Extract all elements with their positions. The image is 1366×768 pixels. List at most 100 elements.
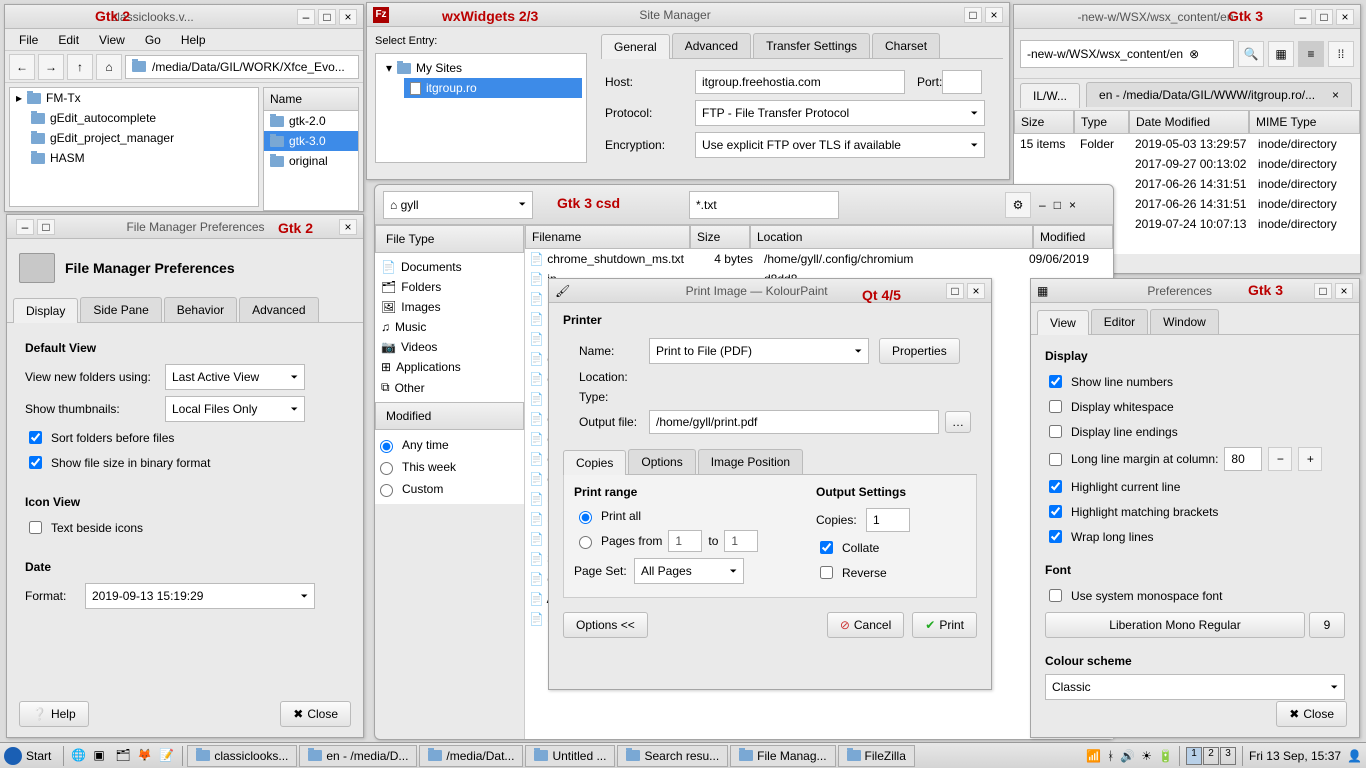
browse-button[interactable]: … [945,411,971,433]
path-bar[interactable]: -new-w/WSX/wsx_content/en⊗ [1020,40,1234,68]
binary-size-check[interactable]: Show file size in binary format [25,450,345,475]
tab-behavior[interactable]: Behavior [164,297,237,322]
close-button[interactable]: × [1336,9,1354,25]
minimize-button[interactable]: ‒ [1039,198,1046,212]
task-button[interactable]: classiclooks... [187,745,297,767]
col-size[interactable]: Size [1014,110,1074,134]
settings-button[interactable]: ⚙ [1005,192,1031,218]
colour-scheme-combo[interactable]: Classic [1045,674,1345,700]
tab-editor[interactable]: Editor [1091,309,1148,334]
firefox-icon[interactable]: 🦊 [137,748,153,764]
site-tree[interactable]: ▾My Sites itgroup.ro [375,53,587,163]
close-icon[interactable]: × [1332,88,1339,102]
task-button[interactable]: Untitled ... [525,745,615,767]
titlebar[interactable]: classiclooks.v... ‒ □ × [5,5,363,29]
reverse-check[interactable]: Reverse [816,560,966,585]
tab-advanced[interactable]: Advanced [239,297,318,322]
col-type[interactable]: Type [1074,110,1129,134]
port-input[interactable] [942,70,982,94]
radio-pagesfrom[interactable]: Pages from to [574,527,798,555]
menu-view[interactable]: View [89,33,135,47]
encryption-combo[interactable]: Use explicit FTP over TLS if available [695,132,985,158]
web-icon[interactable]: 🌐 [71,748,87,764]
maximize-button[interactable]: □ [1314,283,1332,299]
tab-charset[interactable]: Charset [872,33,940,58]
brightness-icon[interactable]: ☀ [1141,749,1152,763]
headerbar[interactable]: ⌂ gyll ⚙ ‒ □ × [375,185,1113,225]
col-size[interactable]: Size [690,225,750,249]
menu-help[interactable]: Help [171,33,216,47]
radio-thisweek[interactable]: This week [375,456,524,478]
terminal-icon[interactable]: ▣ [93,748,109,764]
view-icons-button[interactable]: ▦ [1268,41,1294,67]
close-button[interactable]: ✖ Close [280,701,351,727]
host-input[interactable] [695,70,905,94]
titlebar[interactable]: 🖌 Print Image — KolourPaint □ × [549,279,991,303]
close-button[interactable]: × [339,9,357,25]
minimize-button[interactable]: ‒ [16,219,34,235]
path-bar[interactable]: /media/Data/GIL/WORK/Xfce_Evo... [125,55,359,79]
close-button[interactable]: × [339,219,357,235]
column-name[interactable]: Name [263,87,359,111]
view-new-combo[interactable]: Last Active View [165,364,305,390]
font-size[interactable]: 9 [1309,612,1345,638]
show-line-numbers-check[interactable]: Show line numbers [1045,369,1345,394]
collate-check[interactable]: Collate [816,535,966,560]
tab-display[interactable]: Display [13,298,78,323]
tab-window[interactable]: Window [1150,309,1219,334]
close-button[interactable]: × [1335,283,1353,299]
file-list[interactable]: Name gtk-2.0 gtk-3.0 original [263,87,359,207]
type-images[interactable]: 🖼 Images [375,297,524,317]
tab[interactable]: IL/W... [1020,83,1080,108]
view-list-button[interactable]: ≡ [1298,41,1324,67]
decrement-button[interactable]: − [1268,447,1292,471]
protocol-combo[interactable]: FTP - File Transfer Protocol [695,100,985,126]
editor-icon[interactable]: 📝 [159,748,175,764]
tab[interactable]: en - /media/Data/GIL/WWW/itgroup.ro/...× [1086,82,1352,107]
result-row[interactable]: 📄 chrome_shutdown_ms.txt4 bytes/home/gyl… [525,249,1113,269]
tab-copies[interactable]: Copies [563,450,626,475]
highlight-brackets-check[interactable]: Highlight matching brackets [1045,499,1345,524]
forward-button[interactable]: → [38,54,64,80]
options-expand-button[interactable]: Options << [563,612,648,638]
view-compact-button[interactable]: ⁞⁞ [1328,41,1354,67]
radio-printall[interactable]: Print all [574,505,798,527]
tab-options[interactable]: Options [628,449,695,474]
radio-custom[interactable]: Custom [375,478,524,500]
col-location[interactable]: Location [750,225,1033,249]
maximize-button[interactable]: □ [1054,198,1061,212]
type-music[interactable]: ♫ Music [375,317,524,337]
column-input[interactable] [1224,447,1262,471]
pageset-combo[interactable]: All Pages [634,558,744,584]
search-input[interactable] [689,191,839,219]
start-menu-icon[interactable] [4,747,22,765]
minimize-button[interactable]: ‒ [297,9,315,25]
menu-go[interactable]: Go [135,33,171,47]
wrap-lines-check[interactable]: Wrap long lines [1045,524,1345,549]
maximize-button[interactable]: □ [318,9,336,25]
text-beside-check[interactable]: Text beside icons [25,515,345,540]
print-button[interactable]: ✔Print [912,612,977,638]
thumbnails-combo[interactable]: Local Files Only [165,396,305,422]
printer-combo[interactable]: Print to File (PDF) [649,338,869,364]
titlebar[interactable]: -new-w/WSX/wsx_content/en ‒ □ × [1014,5,1360,29]
col-filename[interactable]: Filename [525,225,690,249]
back-button[interactable]: ← [9,54,35,80]
close-button[interactable]: × [985,7,1003,23]
sort-folders-check[interactable]: Sort folders before files [25,425,345,450]
type-other[interactable]: ⧉ Other [375,377,524,398]
tab-transfer[interactable]: Transfer Settings [753,33,870,58]
titlebar[interactable]: ▦ Preferences □ × [1031,279,1359,303]
sidebar-tree[interactable]: ▸FM-Tx gEdit_autocomplete gEdit_project_… [9,87,259,207]
highlight-line-check[interactable]: Highlight current line [1045,474,1345,499]
tab-sidepane[interactable]: Side Pane [80,297,161,322]
type-applications[interactable]: ⊞ Applications [375,357,524,377]
cancel-button[interactable]: ⊘Cancel [827,612,904,638]
copies-spinner[interactable] [866,508,910,532]
user-icon[interactable]: 👤 [1347,749,1362,763]
tab-view[interactable]: View [1037,310,1089,335]
maximize-button[interactable]: □ [946,283,964,299]
close-button[interactable]: × [967,283,985,299]
pages-from-input[interactable] [668,530,702,552]
close-button[interactable]: ✖ Close [1276,701,1347,727]
